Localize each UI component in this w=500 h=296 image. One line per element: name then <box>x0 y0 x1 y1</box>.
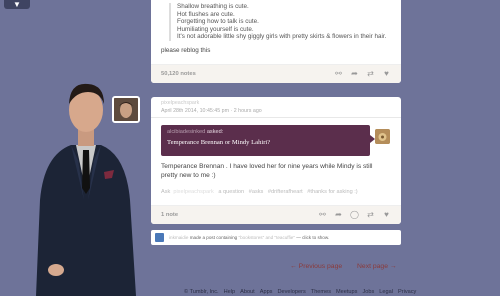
post-quote: Shallow breathing is cute. Hot flushes a… <box>151 0 401 41</box>
quote-line: Forgetting how to talk is cute. <box>177 18 259 25</box>
footer-link-legal[interactable]: Legal <box>379 289 393 295</box>
quote-line: Shallow breathing is cute. <box>177 3 249 10</box>
quote-line: Hot flushes are cute. <box>177 10 235 18</box>
menu-toggle-button[interactable]: ▼ <box>4 0 30 9</box>
footer-copyright: © Tumblr, Inc. <box>184 289 219 295</box>
ask-answer: Temperance Brennan . I have loved her fo… <box>161 163 373 179</box>
footer-link-help[interactable]: Help <box>224 289 236 295</box>
asked-label: asked: <box>206 129 224 135</box>
post-author[interactable]: pixelpeachspark <box>161 100 199 107</box>
footer-link-themes[interactable]: Themes <box>311 289 331 295</box>
reblog-comment: please reblog this <box>161 46 211 54</box>
site-footer: © Tumblr, Inc. Help About Apps Developer… <box>184 289 416 295</box>
footer-link-apps[interactable]: Apps <box>260 289 273 295</box>
ask-post: pixelpeachspark April 28th 2014, 10:45:4… <box>151 97 401 224</box>
footer-link-about[interactable]: About <box>240 289 255 295</box>
notice-blurred: "bookstores" and "teacuffie" <box>238 235 295 240</box>
tag-blurred[interactable]: pixelpeachspark <box>173 189 213 195</box>
footer-link-privacy[interactable]: Privacy <box>398 289 416 295</box>
avatar[interactable] <box>112 96 140 123</box>
chat-icon[interactable]: ◯ <box>350 211 359 219</box>
next-page-link[interactable]: Next page → <box>357 263 397 270</box>
footer-link-meetups[interactable]: Meetups <box>336 289 357 295</box>
ask-box: alcibiadesinked asked: Temperance Brenna… <box>161 125 370 156</box>
asker-name[interactable]: alcibiadesinked <box>167 129 205 135</box>
reblog-icon[interactable]: ⇄ <box>366 211 375 219</box>
tag-list: Ask pixelpeachspark a question #asks #dri… <box>161 189 361 195</box>
tag[interactable]: #asks <box>249 189 264 195</box>
user-icon <box>155 233 164 242</box>
notice-text: — click to show. <box>296 235 330 240</box>
reblog-off-icon[interactable]: ⚯ <box>318 211 327 219</box>
share-icon[interactable]: ➦ <box>334 211 343 219</box>
tag[interactable]: #drifterafheart <box>268 189 303 195</box>
tag[interactable]: #thanks for asking :) <box>307 189 357 195</box>
notice-text: made a post containing <box>189 235 238 240</box>
heart-icon[interactable]: ♥ <box>382 211 391 219</box>
tag: a question <box>218 189 245 195</box>
notice-user: inkmaidie <box>169 235 189 240</box>
filtered-post-notice[interactable]: inkmaidie made a post containing "bookst… <box>151 230 401 245</box>
quote-line: It's not adorable little shy giggly girl… <box>177 33 387 40</box>
notes-count[interactable]: 1 note <box>161 212 318 218</box>
heart-icon[interactable]: ♥ <box>382 70 391 78</box>
asker-line: alcibiadesinked asked: <box>167 129 364 135</box>
footer-link-developers[interactable]: Developers <box>277 289 305 295</box>
post-footer: 50,120 notes ⚯ ➦ ⇄ ♥ <box>151 64 401 83</box>
tag-prefix: Ask <box>161 189 171 195</box>
quote-line: Humiliating yourself is cute. <box>177 25 254 33</box>
divider <box>151 117 401 118</box>
post-footer: 1 note ⚯ ➦ ◯ ⇄ ♥ <box>151 205 401 224</box>
share-icon[interactable]: ➦ <box>350 70 359 78</box>
ask-question: Temperance Brennan or Mindy Lahiri? <box>167 139 271 146</box>
asker-avatar[interactable] <box>375 129 390 144</box>
notes-count[interactable]: 50,120 notes <box>161 71 334 77</box>
reblog-off-icon[interactable]: ⚯ <box>334 70 343 78</box>
previous-page-link[interactable]: ← Previous page <box>290 263 342 270</box>
post-date: April 28th 2014, 10:45:45 pm · 2 hours a… <box>161 108 262 114</box>
reblog-icon[interactable]: ⇄ <box>366 70 375 78</box>
footer-link-jobs[interactable]: Jobs <box>362 289 374 295</box>
text-post: Shallow breathing is cute. Hot flushes a… <box>151 0 401 83</box>
